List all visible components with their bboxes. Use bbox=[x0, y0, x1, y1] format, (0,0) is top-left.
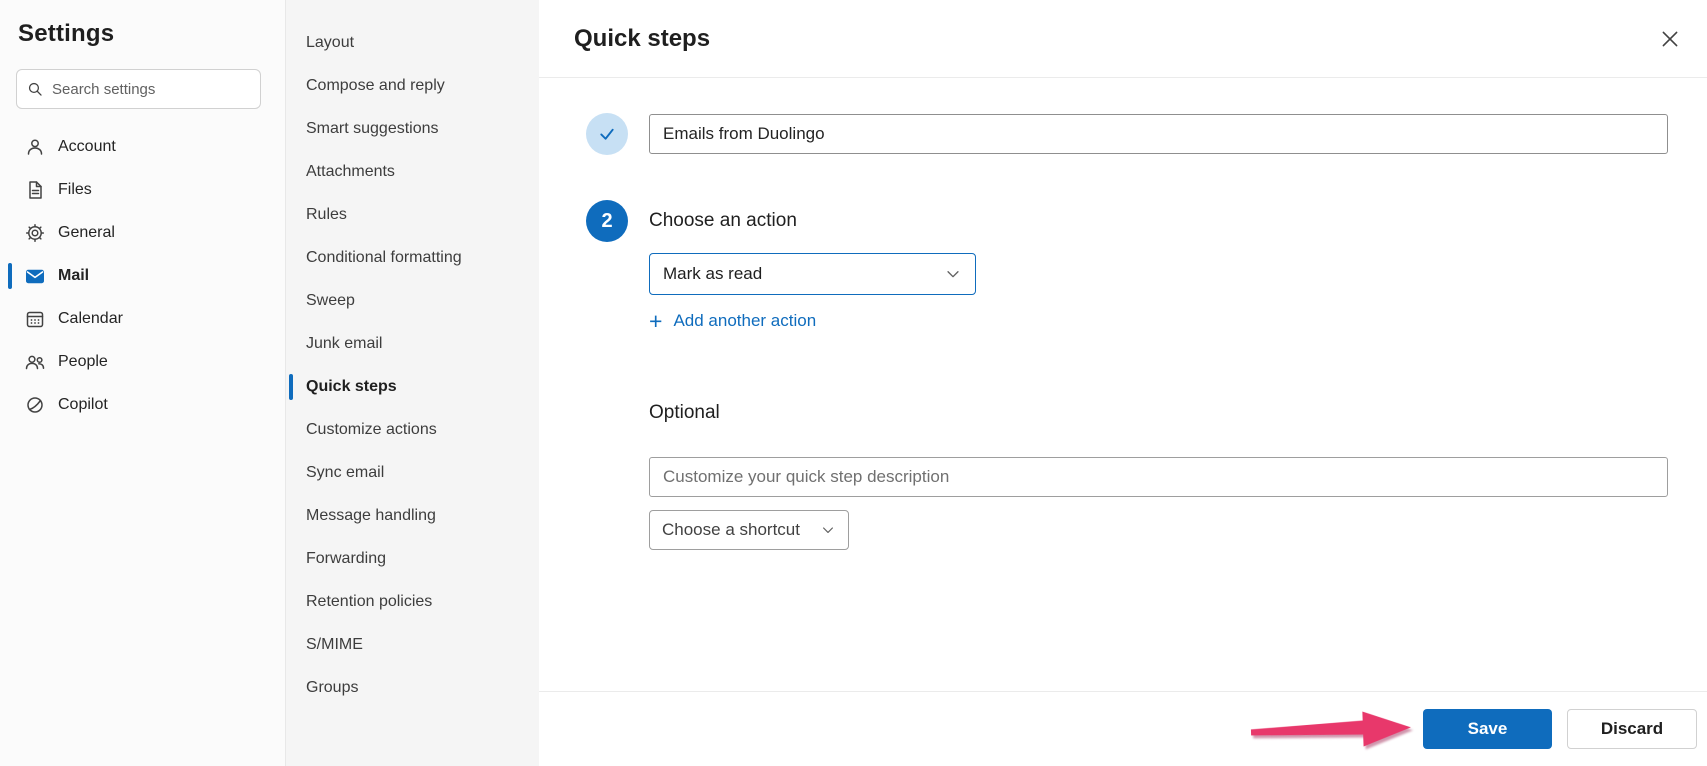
category-label: Conditional formatting bbox=[306, 249, 462, 267]
selection-bar bbox=[8, 263, 12, 289]
panel-title: Quick steps bbox=[574, 25, 710, 53]
sidebar-item-label: General bbox=[58, 224, 115, 242]
person-icon bbox=[25, 137, 45, 157]
panel-header: Quick steps bbox=[539, 0, 1707, 78]
step2-number: 2 bbox=[601, 210, 612, 233]
step1-row bbox=[586, 113, 1668, 155]
discard-button[interactable]: Discard bbox=[1567, 709, 1697, 749]
settings-sidebar: Settings Account Files bbox=[0, 0, 286, 766]
step2-number-badge: 2 bbox=[586, 200, 628, 242]
category-label: Quick steps bbox=[306, 378, 397, 396]
step2-row: 2 Choose an action bbox=[586, 200, 1668, 242]
category-label: Sync email bbox=[306, 464, 384, 482]
people-icon bbox=[25, 352, 45, 372]
category-groups[interactable]: Groups bbox=[306, 666, 539, 709]
category-label: Retention policies bbox=[306, 593, 432, 611]
category-customize-actions[interactable]: Customize actions bbox=[306, 408, 539, 451]
category-retention-policies[interactable]: Retention policies bbox=[306, 580, 539, 623]
shortcut-dropdown-value: Choose a shortcut bbox=[662, 520, 800, 540]
sidebar-item-label: People bbox=[58, 353, 108, 371]
settings-title: Settings bbox=[18, 20, 285, 48]
sidebar-item-copilot[interactable]: Copilot bbox=[16, 383, 285, 426]
settings-dialog: Settings Account Files bbox=[0, 0, 1707, 766]
category-quick-steps[interactable]: Quick steps bbox=[306, 365, 539, 408]
choose-action-label: Choose an action bbox=[649, 210, 797, 232]
quick-steps-panel: Quick steps 2 Choose an action Mark as r… bbox=[539, 0, 1707, 766]
chevron-down-icon bbox=[944, 265, 962, 283]
category-compose-and-reply[interactable]: Compose and reply bbox=[306, 64, 539, 107]
category-rules[interactable]: Rules bbox=[306, 193, 539, 236]
category-label: S/MIME bbox=[306, 636, 363, 654]
category-attachments[interactable]: Attachments bbox=[306, 150, 539, 193]
category-label: Groups bbox=[306, 679, 358, 697]
sidebar-item-label: Calendar bbox=[58, 310, 123, 328]
category-label: Rules bbox=[306, 206, 347, 224]
mail-icon bbox=[25, 266, 45, 286]
category-junk-email[interactable]: Junk email bbox=[306, 322, 539, 365]
mail-settings-category-list: Layout Compose and reply Smart suggestio… bbox=[286, 0, 539, 766]
quick-step-name-input[interactable] bbox=[649, 114, 1668, 154]
close-button[interactable] bbox=[1655, 24, 1685, 54]
category-label: Compose and reply bbox=[306, 77, 445, 95]
step2-section: 2 Choose an action Mark as read + Add an… bbox=[586, 200, 1668, 334]
close-icon bbox=[1659, 28, 1681, 50]
sidebar-item-general[interactable]: General bbox=[16, 211, 285, 254]
category-conditional-formatting[interactable]: Conditional formatting bbox=[306, 236, 539, 279]
sidebar-item-label: Account bbox=[58, 138, 116, 156]
selection-bar bbox=[289, 374, 293, 400]
panel-footer: Save Discard bbox=[539, 691, 1707, 766]
category-message-handling[interactable]: Message handling bbox=[306, 494, 539, 537]
category-label: Layout bbox=[306, 34, 354, 52]
shortcut-dropdown[interactable]: Choose a shortcut bbox=[649, 510, 849, 550]
search-settings-input[interactable] bbox=[52, 81, 250, 98]
step1-completed-badge bbox=[586, 113, 628, 155]
category-label: Forwarding bbox=[306, 550, 386, 568]
sidebar-item-mail[interactable]: Mail bbox=[16, 254, 285, 297]
sidebar-item-label: Mail bbox=[58, 267, 89, 285]
gear-icon bbox=[25, 223, 45, 243]
optional-heading: Optional bbox=[649, 402, 1668, 424]
category-smime[interactable]: S/MIME bbox=[306, 623, 539, 666]
quick-step-form: 2 Choose an action Mark as read + Add an… bbox=[539, 78, 1707, 691]
search-icon bbox=[27, 81, 44, 98]
category-layout[interactable]: Layout bbox=[306, 21, 539, 64]
sidebar-item-label: Files bbox=[58, 181, 92, 199]
sidebar-item-people[interactable]: People bbox=[16, 340, 285, 383]
action-dropdown-value: Mark as read bbox=[663, 264, 762, 284]
category-label: Message handling bbox=[306, 507, 436, 525]
checkmark-icon bbox=[597, 124, 617, 144]
plus-icon: + bbox=[649, 312, 662, 330]
category-label: Smart suggestions bbox=[306, 120, 439, 138]
settings-nav: Account Files General bbox=[16, 125, 285, 426]
calendar-icon bbox=[25, 309, 45, 329]
sidebar-item-files[interactable]: Files bbox=[16, 168, 285, 211]
sidebar-item-calendar[interactable]: Calendar bbox=[16, 297, 285, 340]
category-sync-email[interactable]: Sync email bbox=[306, 451, 539, 494]
description-input[interactable] bbox=[649, 457, 1668, 497]
settings-search-box[interactable] bbox=[16, 69, 261, 109]
category-smart-suggestions[interactable]: Smart suggestions bbox=[306, 107, 539, 150]
sidebar-item-label: Copilot bbox=[58, 396, 108, 414]
file-icon bbox=[25, 180, 45, 200]
add-another-action-link[interactable]: + Add another action bbox=[649, 311, 816, 331]
annotation-arrow-icon bbox=[1250, 708, 1413, 754]
save-button[interactable]: Save bbox=[1423, 709, 1552, 749]
sidebar-item-account[interactable]: Account bbox=[16, 125, 285, 168]
add-another-action-label: Add another action bbox=[673, 311, 816, 331]
copilot-icon bbox=[25, 395, 45, 415]
chevron-down-icon bbox=[820, 522, 836, 538]
category-label: Attachments bbox=[306, 163, 395, 181]
category-label: Customize actions bbox=[306, 421, 437, 439]
category-sweep[interactable]: Sweep bbox=[306, 279, 539, 322]
category-label: Sweep bbox=[306, 292, 355, 310]
category-forwarding[interactable]: Forwarding bbox=[306, 537, 539, 580]
category-label: Junk email bbox=[306, 335, 382, 353]
action-dropdown[interactable]: Mark as read bbox=[649, 253, 976, 295]
